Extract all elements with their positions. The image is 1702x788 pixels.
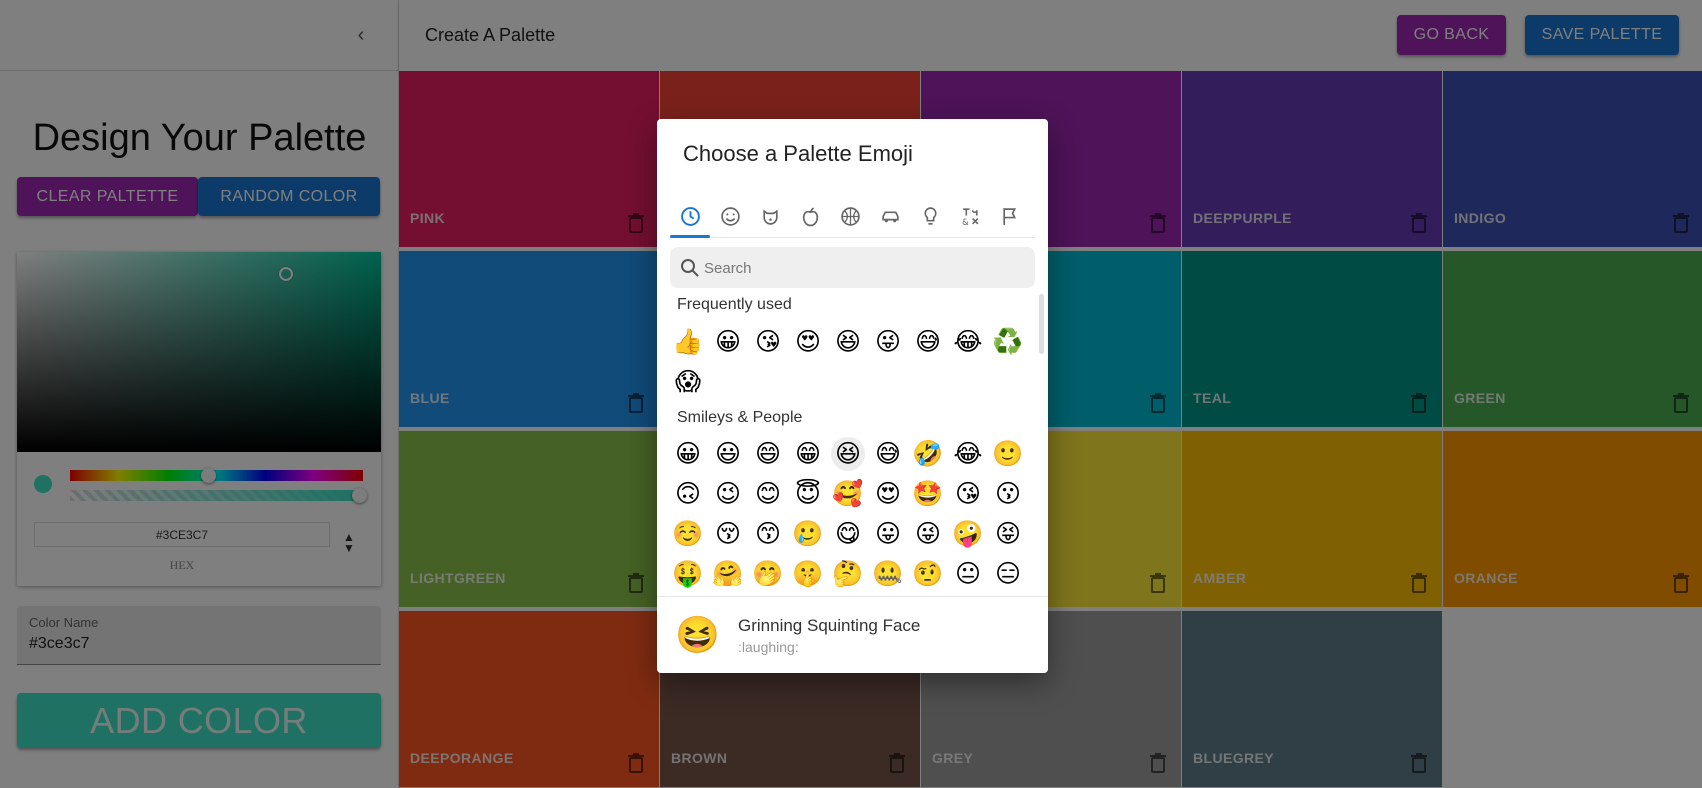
emoji-button[interactable]: 😆: [831, 325, 865, 359]
emoji-button[interactable]: 😉: [711, 477, 745, 511]
emoji-button[interactable]: 🥰: [831, 477, 865, 511]
emoji-button[interactable]: 🤑: [671, 557, 705, 591]
apple-icon[interactable]: [796, 202, 824, 230]
frequent-label: Frequently used: [677, 296, 792, 313]
emoji-button[interactable]: 😅: [871, 437, 905, 471]
emoji-category-bar: &: [670, 196, 1035, 238]
search-input[interactable]: [704, 257, 1004, 279]
emoji-button[interactable]: 😇: [791, 477, 825, 511]
emoji-button[interactable]: 😑: [991, 557, 1025, 591]
emoji-button[interactable]: 🤨: [911, 557, 945, 591]
emoji-button[interactable]: 🙃: [671, 477, 705, 511]
emoji-button[interactable]: 😝: [991, 517, 1025, 551]
emoji-button[interactable]: 😐: [951, 557, 985, 591]
emoji-dialog: Choose a Palette Emoji & Frequently used…: [657, 119, 1048, 673]
flag-icon[interactable]: [996, 202, 1024, 230]
search-icon: [681, 259, 699, 277]
dialog-title: Choose a Palette Emoji: [683, 141, 913, 166]
active-category-indicator: [670, 235, 710, 238]
emoji-button[interactable]: ☺️: [671, 517, 705, 551]
emoji-button[interactable]: 😁: [791, 437, 825, 471]
emoji-button[interactable]: 🤣: [911, 437, 945, 471]
emoji-button[interactable]: 😃: [711, 437, 745, 471]
svg-text:&: &: [962, 216, 969, 226]
emoji-search[interactable]: [670, 247, 1035, 288]
emoji-button[interactable]: 😄: [751, 437, 785, 471]
emoji-button[interactable]: 😱: [671, 365, 705, 399]
emoji-button[interactable]: 🤫: [791, 557, 825, 591]
emoji-button[interactable]: 🤩: [911, 477, 945, 511]
emoji-button[interactable]: 😀: [711, 325, 745, 359]
ball-icon[interactable]: [836, 202, 864, 230]
emoji-button[interactable]: 😍: [871, 477, 905, 511]
emoji-preview: 😆 Grinning Squinting Face :laughing:: [657, 596, 1048, 673]
emoji-button[interactable]: 😗: [991, 477, 1025, 511]
emoji-button[interactable]: 😜: [911, 517, 945, 551]
preview-name: Grinning Squinting Face: [738, 616, 921, 635]
clock-icon[interactable]: [676, 202, 704, 230]
emoji-button[interactable]: 🙂: [991, 437, 1025, 471]
emoji-button[interactable]: 😅: [911, 325, 945, 359]
emoji-button[interactable]: 🤐: [871, 557, 905, 591]
emoji-button[interactable]: 😂: [951, 325, 985, 359]
emoji-button[interactable]: 😊: [751, 477, 785, 511]
dog-icon[interactable]: [756, 202, 784, 230]
car-icon[interactable]: [876, 202, 904, 230]
emoji-button[interactable]: 😘: [751, 325, 785, 359]
preview-shortcode: :laughing:: [738, 639, 799, 655]
emoji-button[interactable]: 🥲: [791, 517, 825, 551]
emoji-button[interactable]: 😍: [791, 325, 825, 359]
emoji-button[interactable]: 🤭: [751, 557, 785, 591]
preview-emoji: 😆: [675, 614, 720, 655]
emoji-button[interactable]: 😋: [831, 517, 865, 551]
emoji-button[interactable]: ♻️: [991, 325, 1025, 359]
bulb-icon[interactable]: [916, 202, 944, 230]
emoji-button[interactable]: 😚: [711, 517, 745, 551]
emoji-button[interactable]: 🤪: [951, 517, 985, 551]
scrollbar[interactable]: [1039, 294, 1044, 354]
emoji-button[interactable]: 😀: [671, 437, 705, 471]
emoji-button[interactable]: 👍: [671, 325, 705, 359]
smileys-label: Smileys & People: [677, 409, 803, 426]
emoji-button[interactable]: 😆: [831, 437, 865, 471]
emoji-button[interactable]: 😘: [951, 477, 985, 511]
emoji-button[interactable]: 😂: [951, 437, 985, 471]
emoji-button[interactable]: 😜: [871, 325, 905, 359]
emoji-button[interactable]: 🤗: [711, 557, 745, 591]
symbols-icon[interactable]: &: [956, 202, 984, 230]
emoji-button[interactable]: 😛: [871, 517, 905, 551]
emoji-button[interactable]: 😙: [751, 517, 785, 551]
emoji-button[interactable]: 🤔: [831, 557, 865, 591]
smiley-icon[interactable]: [716, 202, 744, 230]
